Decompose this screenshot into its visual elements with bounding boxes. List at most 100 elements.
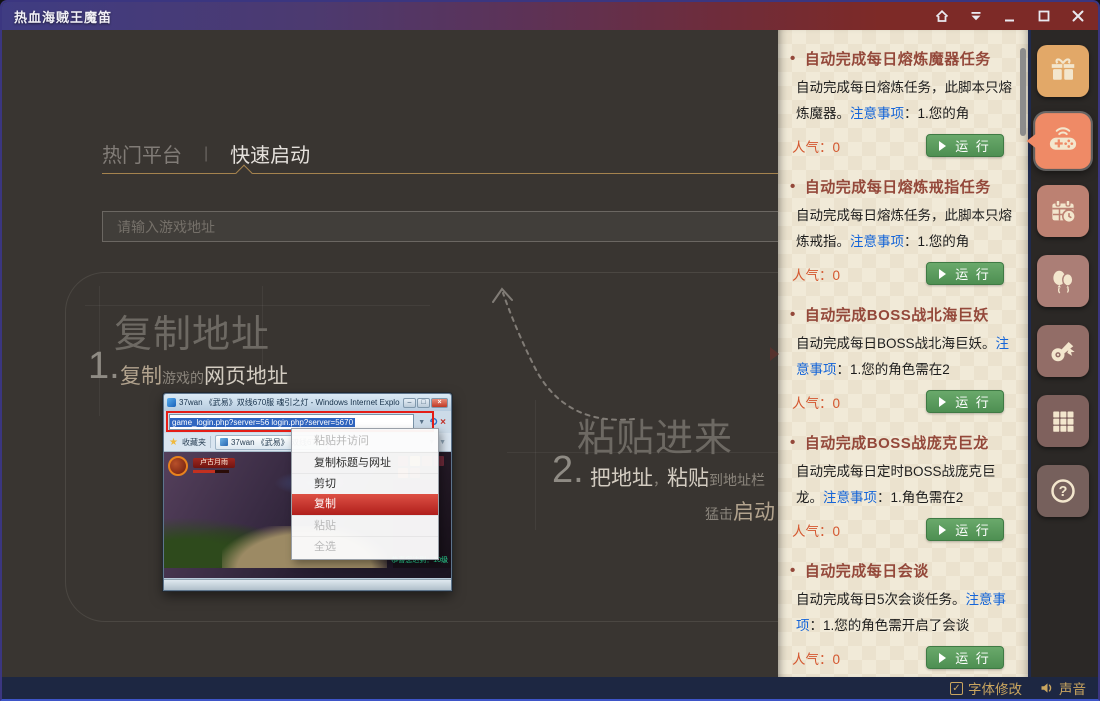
step1-number: 1. xyxy=(88,345,120,388)
sidebar-button-calendar-clock-icon[interactable] xyxy=(1037,185,1089,237)
home-icon[interactable] xyxy=(933,8,950,25)
ie-status-bar xyxy=(164,579,451,590)
sidebar-button-gamepad-icon[interactable] xyxy=(1035,113,1091,169)
text-segment: 复制 xyxy=(120,360,162,390)
platform-tabs: 热门平台 | 快速启动 xyxy=(102,139,310,168)
run-button[interactable]: 运 行 xyxy=(926,262,1004,285)
maximize-button[interactable] xyxy=(1035,8,1052,25)
player-portrait xyxy=(168,456,188,476)
sidebar-button-balloons-icon[interactable] xyxy=(1037,255,1089,307)
notice-link[interactable]: 注意事项 xyxy=(850,106,904,121)
font-modify-toggle[interactable]: ✓ 字体修改 xyxy=(950,678,1022,698)
run-button[interactable]: 运 行 xyxy=(926,134,1004,157)
sound-toggle[interactable]: 声音 xyxy=(1040,678,1086,698)
context-menu-item[interactable]: 复制标题与网址 xyxy=(292,452,438,473)
desc-text: ：1.您的角 xyxy=(904,234,969,249)
sidebar-button-help-icon[interactable]: ? xyxy=(1037,465,1089,517)
run-button[interactable]: 运 行 xyxy=(926,390,1004,413)
task-title: •自动完成每日熔炼戒指任务 xyxy=(790,176,1014,197)
balloons-icon xyxy=(1048,266,1078,296)
task-footer: 人气：0 运 行 xyxy=(790,390,1014,413)
titlebar: 热血海贼王魔笛 xyxy=(2,2,1098,30)
task-title: •自动完成每日熔炼魔器任务 xyxy=(790,48,1014,69)
font-modify-label: 字体修改 xyxy=(968,678,1022,698)
notice-link[interactable]: 注意事项 xyxy=(823,490,877,505)
task-desc: 自动完成每日5次会谈任务。注意事项：1.您的角色需开启了会谈 xyxy=(796,587,1018,639)
text-segment: 粘贴 xyxy=(667,462,709,492)
notice-link[interactable]: 注意事项 xyxy=(850,234,904,249)
browser-screenshot: 37wan 《武易》双线670服 魂引之灯 - Windows Internet… xyxy=(163,393,452,591)
desc-text: 自动完成每日5次会谈任务。 xyxy=(796,592,966,607)
play-icon xyxy=(939,141,946,151)
play-icon xyxy=(939,653,946,663)
input-placeholder: 请输入游戏地址 xyxy=(117,217,215,237)
ie-maximize-icon: □ xyxy=(417,398,430,408)
step2-heading: 粘贴进来 xyxy=(577,407,733,462)
svg-text:?: ? xyxy=(1059,484,1068,500)
panel-collapse-arrow[interactable] xyxy=(770,347,779,361)
sidebar-button-gift-icon[interactable] xyxy=(1037,45,1089,97)
context-menu: 粘贴并访问复制标题与网址剪切复制粘贴全选 xyxy=(291,428,439,560)
context-menu-item[interactable]: 剪切 xyxy=(292,473,438,494)
desc-text: ：1.您的角色需在2 xyxy=(837,362,950,377)
task-desc: 自动完成每日BOSS战北海巨妖。注意事项：1.您的角色需在2 xyxy=(796,331,1018,383)
tab-underline xyxy=(102,173,778,174)
popularity-label: 人气：0 xyxy=(792,264,840,284)
calendar-clock-icon xyxy=(1048,196,1078,226)
task-item: •自动完成每日熔炼魔器任务自动完成每日熔炼任务，此脚本只熔炼魔器。注意事项：1.… xyxy=(778,48,1028,157)
favorites-label: 收藏夹 xyxy=(182,437,206,448)
text-segment: 把地址 xyxy=(590,462,653,492)
help-icon: ? xyxy=(1048,476,1078,506)
text-segment: 到地址栏 xyxy=(709,470,765,490)
grid-icon xyxy=(1048,406,1078,436)
game-address-input[interactable]: 请输入游戏地址 xyxy=(102,211,778,242)
gift-icon xyxy=(1048,56,1078,86)
task-footer: 人气：0运 行 xyxy=(790,134,1014,157)
context-menu-item[interactable]: 粘贴并访问 xyxy=(292,431,438,452)
tab-hot-platforms[interactable]: 热门平台 xyxy=(102,139,182,168)
bullet-icon: • xyxy=(790,562,796,579)
task-item: •自动完成BOSS战庞克巨龙自动完成每日定时BOSS战庞克巨龙。注意事项：1.角… xyxy=(778,432,1028,541)
task-panel: •自动完成每日熔炼魔器任务自动完成每日熔炼任务，此脚本只熔炼魔器。注意事项：1.… xyxy=(778,30,1028,677)
step1-subtext: 复制游戏的网页地址 xyxy=(120,360,288,390)
ie-minimize-icon: – xyxy=(403,398,416,408)
speaker-icon xyxy=(1040,681,1054,695)
task-footer: 人气：0 运 行 xyxy=(790,262,1014,285)
checkbox-icon: ✓ xyxy=(950,682,963,695)
desc-text: ：1.您的角 xyxy=(904,106,969,121)
page-icon xyxy=(220,438,228,446)
task-footer: 人气：0运 行 xyxy=(790,518,1014,541)
text-segment: 网页地址 xyxy=(204,360,288,390)
icon-sidebar: ? xyxy=(1028,30,1098,677)
close-button[interactable] xyxy=(1069,8,1086,25)
context-menu-item[interactable]: 全选 xyxy=(292,536,438,557)
ie-window-controls: – □ × xyxy=(403,398,448,408)
popularity-label: 人气：0 xyxy=(792,392,840,412)
scrollbar-thumb[interactable] xyxy=(1020,48,1026,136)
bullet-icon: • xyxy=(790,178,796,195)
task-item: •自动完成每日会谈自动完成每日5次会谈任务。注意事项：1.您的角色需开启了会谈人… xyxy=(778,560,1028,669)
ie-stop-icon: × xyxy=(440,417,446,428)
minimize-button[interactable] xyxy=(1001,8,1018,25)
tab-quick-launch[interactable]: 快速启动 xyxy=(230,139,310,168)
task-desc: 自动完成每日熔炼任务，此脚本只熔炼魔器。注意事项：1.您的角 xyxy=(796,75,1018,127)
context-menu-item[interactable]: 复制 xyxy=(292,494,438,515)
ie-window-title: 37wan 《武易》双线670服 魂引之灯 - Windows Internet… xyxy=(179,397,400,408)
sidebar-button-scroll-icon[interactable] xyxy=(1037,325,1089,377)
window-title: 热血海贼王魔笛 xyxy=(14,7,112,26)
task-desc: 自动完成每日熔炼任务，此脚本只熔炼戒指。注意事项：1.您的角 xyxy=(796,203,1018,255)
sound-label: 声音 xyxy=(1059,678,1086,698)
app-window: 热血海贼王魔笛 xyxy=(0,0,1100,701)
step1-heading: 复制地址 xyxy=(114,303,270,358)
popularity-label: 人气：0 xyxy=(792,648,840,668)
text-segment: 游戏的 xyxy=(162,368,204,388)
task-title: •自动完成BOSS战北海巨妖 xyxy=(790,304,1014,325)
tab-separator: | xyxy=(204,145,208,163)
context-menu-item[interactable]: 粘贴 xyxy=(292,515,438,536)
run-button[interactable]: 运 行 xyxy=(926,518,1004,541)
sidebar-button-grid-icon[interactable] xyxy=(1037,395,1089,447)
gamepad-icon xyxy=(1047,125,1079,157)
skin-dropdown-icon[interactable] xyxy=(967,8,984,25)
run-button[interactable]: 运 行 xyxy=(926,646,1004,669)
desc-text: ：1.您的角色需开启了会谈 xyxy=(810,618,970,633)
